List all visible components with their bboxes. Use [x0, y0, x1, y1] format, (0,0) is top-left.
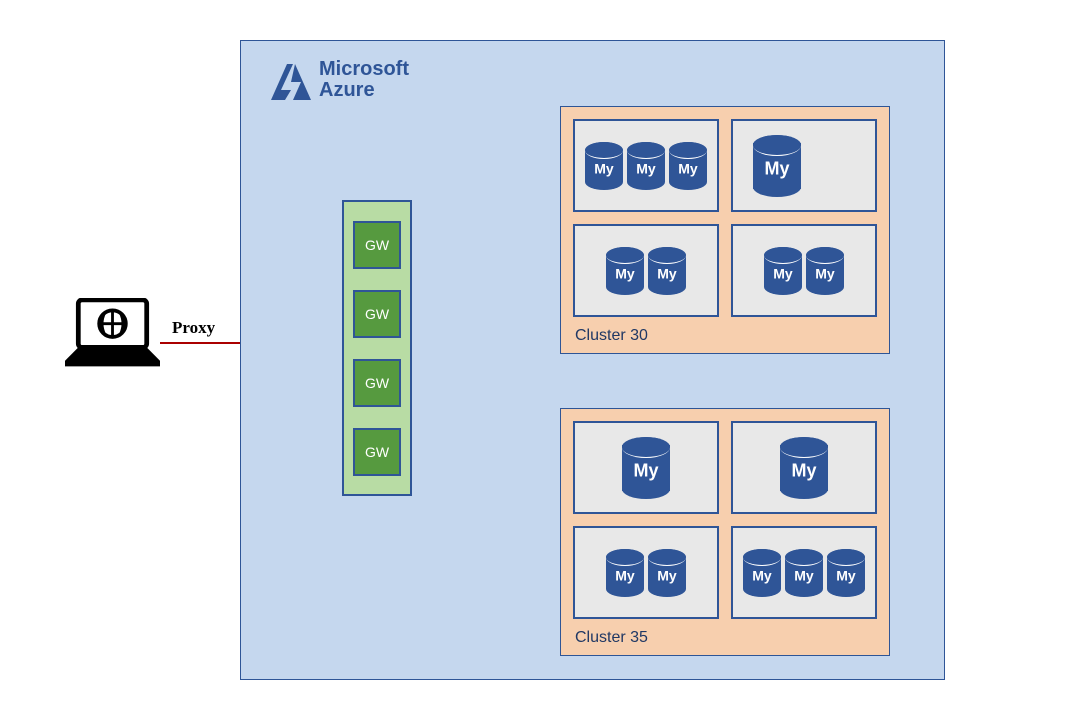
- azure-logo: Microsoft Azure: [271, 59, 409, 101]
- cluster-35-pods: My My My My My My My: [573, 421, 877, 619]
- gateway-node-3: GW: [353, 359, 401, 407]
- cluster-30-pod-0: My My My: [573, 119, 719, 212]
- cluster-30: My My My My My My My My Cluster 30: [560, 106, 890, 354]
- cluster-30-label: Cluster 30: [575, 327, 648, 345]
- mysql-db-icon: My: [780, 437, 828, 499]
- cluster-35-pod-1: My: [731, 421, 877, 514]
- mysql-db-icon: My: [648, 247, 686, 295]
- cluster-35-pod-0: My: [573, 421, 719, 514]
- cluster-30-pod-1: My: [731, 119, 877, 212]
- azure-icon: [271, 60, 311, 100]
- mysql-db-icon: My: [606, 247, 644, 295]
- gateway-stack: GW GW GW GW: [342, 200, 412, 496]
- mysql-db-icon: My: [585, 142, 623, 190]
- mysql-db-icon: My: [806, 247, 844, 295]
- mysql-db-icon: My: [622, 437, 670, 499]
- client-laptop-icon: [65, 298, 160, 368]
- mysql-db-icon: My: [785, 549, 823, 597]
- mysql-db-icon: My: [753, 135, 801, 197]
- mysql-db-icon: My: [827, 549, 865, 597]
- mysql-db-icon: My: [764, 247, 802, 295]
- azure-brand-text: Microsoft Azure: [319, 59, 409, 101]
- mysql-db-icon: My: [648, 549, 686, 597]
- brand-line-1: Microsoft: [319, 59, 409, 80]
- cluster-35-pod-2: My My: [573, 526, 719, 619]
- cluster-35-label: Cluster 35: [575, 629, 648, 647]
- gateway-node-1: GW: [353, 221, 401, 269]
- cluster-30-pod-2: My My: [573, 224, 719, 317]
- mysql-db-icon: My: [743, 549, 781, 597]
- brand-line-2: Azure: [319, 80, 409, 101]
- cluster-30-pods: My My My My My My My My: [573, 119, 877, 317]
- mysql-db-icon: My: [669, 142, 707, 190]
- cluster-35: My My My My My My My Cluster 35: [560, 408, 890, 656]
- mysql-db-icon: My: [627, 142, 665, 190]
- gateway-node-2: GW: [353, 290, 401, 338]
- gateway-node-4: GW: [353, 428, 401, 476]
- cluster-35-pod-3: My My My: [731, 526, 877, 619]
- cluster-30-pod-3: My My: [731, 224, 877, 317]
- mysql-db-icon: My: [606, 549, 644, 597]
- connection-label: Proxy: [172, 318, 215, 338]
- diagram-canvas: Microsoft Azure GW GW GW GW My My My My …: [0, 0, 1073, 715]
